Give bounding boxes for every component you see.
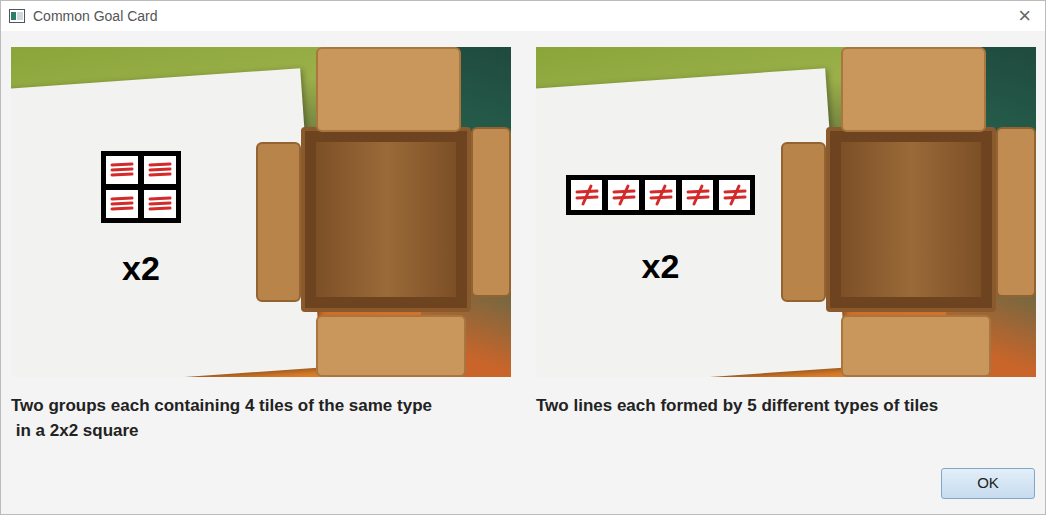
goal-card-image: x2 [11, 47, 511, 377]
equal-cell [103, 153, 141, 187]
not-equal-icon [574, 183, 600, 207]
different-cell [568, 177, 605, 213]
cardboard-box-icon [781, 47, 1036, 377]
equal-sign-icon [109, 160, 135, 180]
different-cell [716, 177, 753, 213]
equal-cell [103, 187, 141, 221]
dialog-window: Common Goal Card × x2 Two groups each conta… [0, 0, 1046, 515]
equal-sign-icon [147, 160, 173, 180]
app-icon [9, 9, 25, 23]
not-equal-icon [611, 183, 637, 207]
equal-cell [141, 153, 179, 187]
different-cell [642, 177, 679, 213]
close-button[interactable]: × [1018, 5, 1031, 27]
row-pattern [566, 175, 755, 215]
equal-sign-icon [109, 194, 135, 214]
card-description: Two groups each containing 4 tiles of th… [11, 393, 511, 443]
not-equal-icon [648, 183, 674, 207]
equal-cell [141, 187, 179, 221]
different-cell [679, 177, 716, 213]
cardboard-box-icon [256, 47, 511, 377]
multiplier: x2 [122, 251, 160, 285]
title-bar: Common Goal Card × [1, 1, 1045, 31]
goal-card-image: x2 [536, 47, 1036, 377]
not-equal-icon [722, 183, 748, 207]
cards-row: x2 Two groups each containing 4 tiles of … [11, 47, 1035, 443]
different-cell [605, 177, 642, 213]
ok-button[interactable]: OK [941, 468, 1035, 499]
card-description: Two lines each formed by 5 different typ… [536, 393, 1036, 418]
not-equal-icon [685, 183, 711, 207]
equal-sign-icon [147, 194, 173, 214]
multiplier: x2 [642, 249, 680, 283]
square-pattern [101, 151, 181, 223]
window-title: Common Goal Card [33, 6, 158, 27]
